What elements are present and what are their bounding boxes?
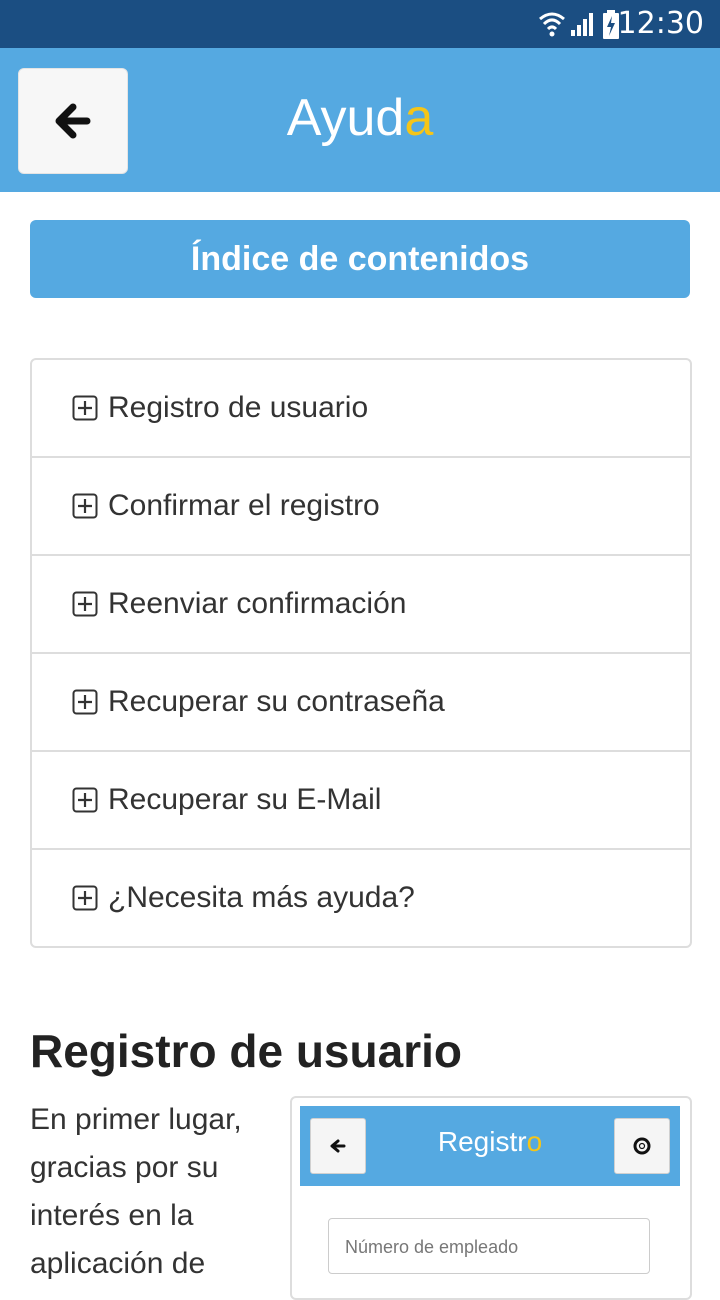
- accordion-item-label: Reenviar confirmación: [108, 587, 407, 620]
- accordion-item-label: Recuperar su contraseña: [108, 685, 445, 718]
- page-title: Ayuda: [0, 86, 720, 150]
- plus-square-icon: [72, 885, 98, 911]
- app-header: Ayuda: [0, 48, 720, 192]
- accordion-item-confirmar-registro[interactable]: Confirmar el registro: [32, 456, 690, 554]
- lifebuoy-icon: [633, 1137, 651, 1155]
- accordion-item-label: Recuperar su E-Mail: [108, 783, 382, 816]
- registration-screenshot: Registro Número de empleado: [290, 1096, 692, 1300]
- signal-icon: [571, 13, 593, 36]
- status-bar: 12:30: [0, 0, 720, 48]
- screenshot-help-button: [614, 1118, 670, 1174]
- screenshot-title-accent: o: [526, 1126, 543, 1157]
- accordion-item-label: Confirmar el registro: [108, 489, 380, 522]
- screenshot-employee-number-field: Número de empleado: [328, 1218, 650, 1274]
- accordion-item-label: ¿Necesita más ayuda?: [108, 881, 415, 914]
- plus-square-icon: [72, 787, 98, 813]
- table-of-contents-banner: Índice de contenidos: [30, 220, 690, 298]
- wifi-icon: [539, 12, 565, 37]
- screenshot-header: Registro: [300, 1106, 680, 1186]
- plus-square-icon: [72, 689, 98, 715]
- accordion-item-recuperar-email[interactable]: Recuperar su E-Mail: [32, 750, 690, 848]
- accordion-item-label: Registro de usuario: [108, 391, 369, 424]
- plus-square-icon: [72, 591, 98, 617]
- plus-square-icon: [72, 493, 98, 519]
- contents-accordion: Registro de usuario Confirmar el registr…: [30, 358, 692, 948]
- section-text: En primer lugar, gracias por su interés …: [30, 1103, 242, 1280]
- status-time: 12:30: [617, 6, 704, 41]
- plus-square-icon: [72, 395, 98, 421]
- page-title-accent: a: [404, 89, 434, 147]
- accordion-item-reenviar-confirmacion[interactable]: Reenviar confirmación: [32, 554, 690, 652]
- section-title: Registro de usuario: [30, 1025, 462, 1077]
- accordion-item-registro-usuario[interactable]: Registro de usuario: [32, 360, 690, 456]
- screenshot-title-main: Registr: [437, 1126, 527, 1157]
- accordion-item-recuperar-contrasena[interactable]: Recuperar su contraseña: [32, 652, 690, 750]
- page-title-main: Ayud: [286, 89, 405, 147]
- accordion-item-mas-ayuda[interactable]: ¿Necesita más ayuda?: [32, 848, 690, 946]
